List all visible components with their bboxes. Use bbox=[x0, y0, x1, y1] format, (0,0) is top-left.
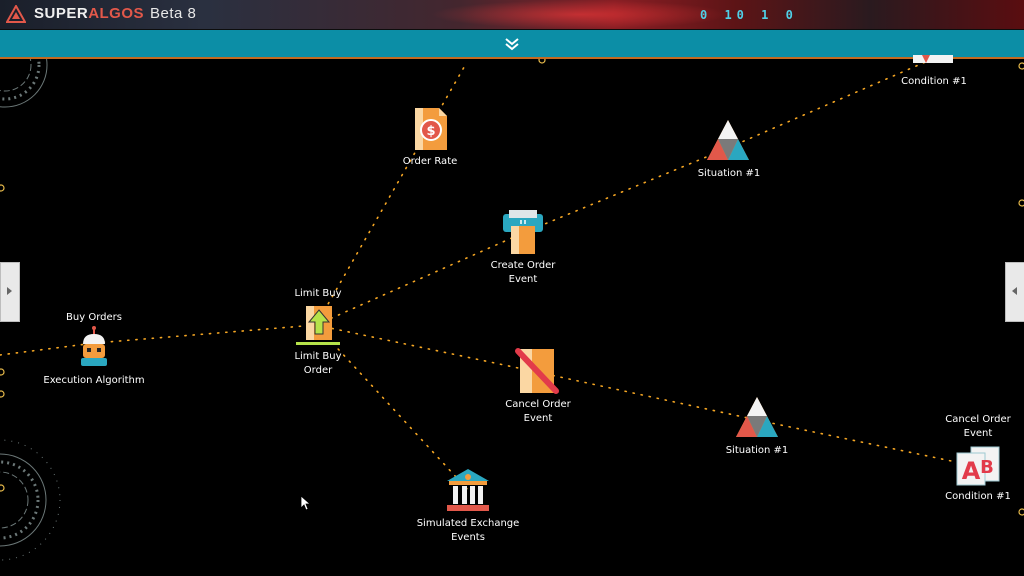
link-cancel-situation bbox=[536, 371, 758, 421]
situation-icon[interactable] bbox=[734, 395, 780, 439]
ring bbox=[1018, 199, 1024, 207]
condition-parent-label-1: Cancel Order bbox=[945, 414, 1011, 425]
svg-text:$: $ bbox=[426, 124, 435, 139]
condition-icon[interactable] bbox=[910, 55, 956, 67]
link-execution-limitbuy bbox=[94, 324, 317, 344]
caret-left-icon bbox=[1012, 287, 1017, 295]
limit-buy-parent-label: Limit Buy bbox=[294, 288, 342, 299]
ring bbox=[1018, 508, 1024, 516]
app-brand: SUPERALGOS Beta 8 bbox=[34, 5, 196, 22]
condition-bottom-label: Condition #1 bbox=[945, 491, 1011, 502]
link-create-situation bbox=[522, 147, 729, 234]
order-rate-label: Order Rate bbox=[402, 156, 458, 167]
caret-right-icon bbox=[7, 287, 12, 295]
cancel-order-event-icon[interactable] bbox=[514, 347, 560, 395]
ring bbox=[538, 59, 546, 64]
ring bbox=[0, 184, 5, 192]
svg-text:A: A bbox=[962, 457, 981, 485]
ring bbox=[1018, 62, 1024, 70]
condition-parent-label-2: Event bbox=[963, 428, 993, 439]
left-panel-tab[interactable] bbox=[0, 262, 20, 322]
top-header-bar: SUPERALGOS Beta 8 0 10 1 0 bbox=[0, 0, 1024, 30]
header-glow bbox=[430, 0, 730, 29]
ring bbox=[0, 368, 5, 376]
simulated-exchange-label-1: Simulated Exchange bbox=[416, 518, 520, 529]
limit-buy-order-label-2: Order bbox=[303, 365, 333, 376]
situation-bottom-label: Situation #1 bbox=[725, 445, 789, 456]
link-limitbuy-cancel bbox=[315, 324, 538, 373]
condition-top-label: Condition #1 bbox=[901, 76, 967, 87]
gauge-decoration-bottom-left bbox=[0, 439, 61, 561]
mouse-cursor-icon bbox=[300, 495, 312, 511]
order-rate-icon[interactable]: $ bbox=[413, 106, 449, 152]
execution-algorithm-label: Execution Algorithm bbox=[43, 375, 145, 386]
limit-buy-order-label-1: Limit Buy bbox=[294, 351, 342, 362]
buy-orders-label: Buy Orders bbox=[66, 312, 122, 323]
ring bbox=[0, 484, 5, 492]
link-limitbuy-create bbox=[315, 232, 524, 326]
link-limitbuy-orderrate bbox=[315, 61, 468, 326]
gauge-decoration-top-left bbox=[0, 59, 48, 108]
situation-top-label: Situation #1 bbox=[697, 168, 761, 179]
create-order-event-label-1: Create Order bbox=[490, 260, 556, 271]
binary-readout: 0 10 1 0 bbox=[700, 8, 798, 22]
ring bbox=[0, 390, 5, 398]
condition-icon[interactable]: A B bbox=[955, 445, 1001, 487]
double-chevron-down-icon[interactable] bbox=[503, 37, 521, 51]
create-order-event-icon[interactable] bbox=[499, 208, 547, 256]
link-end-rings bbox=[0, 59, 1024, 516]
situation-icon[interactable] bbox=[705, 118, 751, 162]
designer-canvas[interactable] bbox=[0, 59, 1024, 576]
node-links bbox=[0, 59, 976, 491]
create-order-event-label-2: Event bbox=[508, 274, 538, 285]
brand-super: SUPER bbox=[34, 5, 89, 22]
simulated-exchange-label-2: Events bbox=[451, 532, 485, 543]
right-panel-tab[interactable] bbox=[1005, 262, 1024, 322]
app-version: Beta 8 bbox=[150, 5, 197, 22]
simulated-exchange-events-icon[interactable] bbox=[445, 467, 491, 513]
superalgos-logo-icon bbox=[6, 5, 26, 23]
limit-buy-order-icon[interactable] bbox=[296, 304, 340, 346]
svg-text:B: B bbox=[980, 457, 994, 478]
link-situation-condition bbox=[727, 59, 931, 149]
brand-algos: ALGOS bbox=[88, 5, 145, 22]
link-situation-condition-bottom bbox=[756, 419, 976, 467]
cancel-order-event-label-1: Cancel Order bbox=[505, 399, 571, 410]
cancel-order-event-label-2: Event bbox=[523, 413, 553, 424]
execution-algorithm-icon[interactable] bbox=[78, 326, 110, 370]
